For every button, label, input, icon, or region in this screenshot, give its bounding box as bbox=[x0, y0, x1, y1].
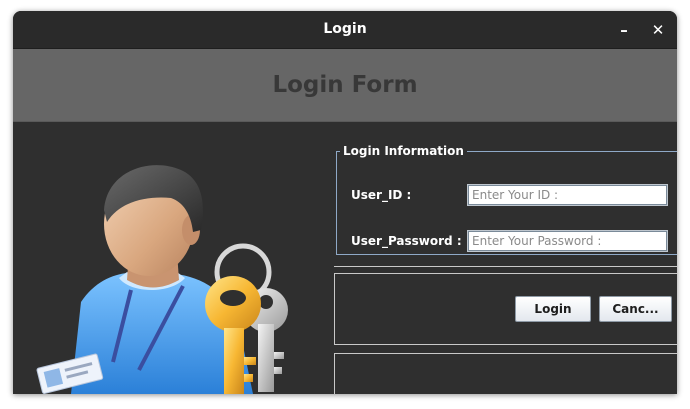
user-id-input[interactable] bbox=[467, 184, 668, 206]
user-password-input[interactable] bbox=[467, 230, 668, 252]
user-id-label: User_ID : bbox=[351, 188, 412, 202]
title-bar[interactable]: Login – ✕ bbox=[13, 11, 677, 49]
content-area: Login Information User_ID : User_Passwor… bbox=[13, 122, 677, 394]
window-title: Login bbox=[323, 21, 367, 37]
close-icon[interactable]: ✕ bbox=[648, 20, 668, 40]
status-panel bbox=[334, 353, 677, 394]
user-password-label: User_Password : bbox=[351, 234, 462, 248]
cancel-button[interactable]: Canc... bbox=[599, 296, 672, 322]
login-window: Login – ✕ Login Form Login Information U… bbox=[13, 11, 677, 394]
login-button[interactable]: Login bbox=[515, 296, 591, 322]
minimize-icon[interactable]: – bbox=[614, 20, 634, 40]
form-title: Login Form bbox=[272, 72, 418, 98]
separator bbox=[334, 266, 677, 267]
login-information-legend: Login Information bbox=[340, 142, 467, 160]
user-with-keys-icon bbox=[36, 165, 288, 394]
header-banner: Login Form bbox=[13, 49, 677, 122]
